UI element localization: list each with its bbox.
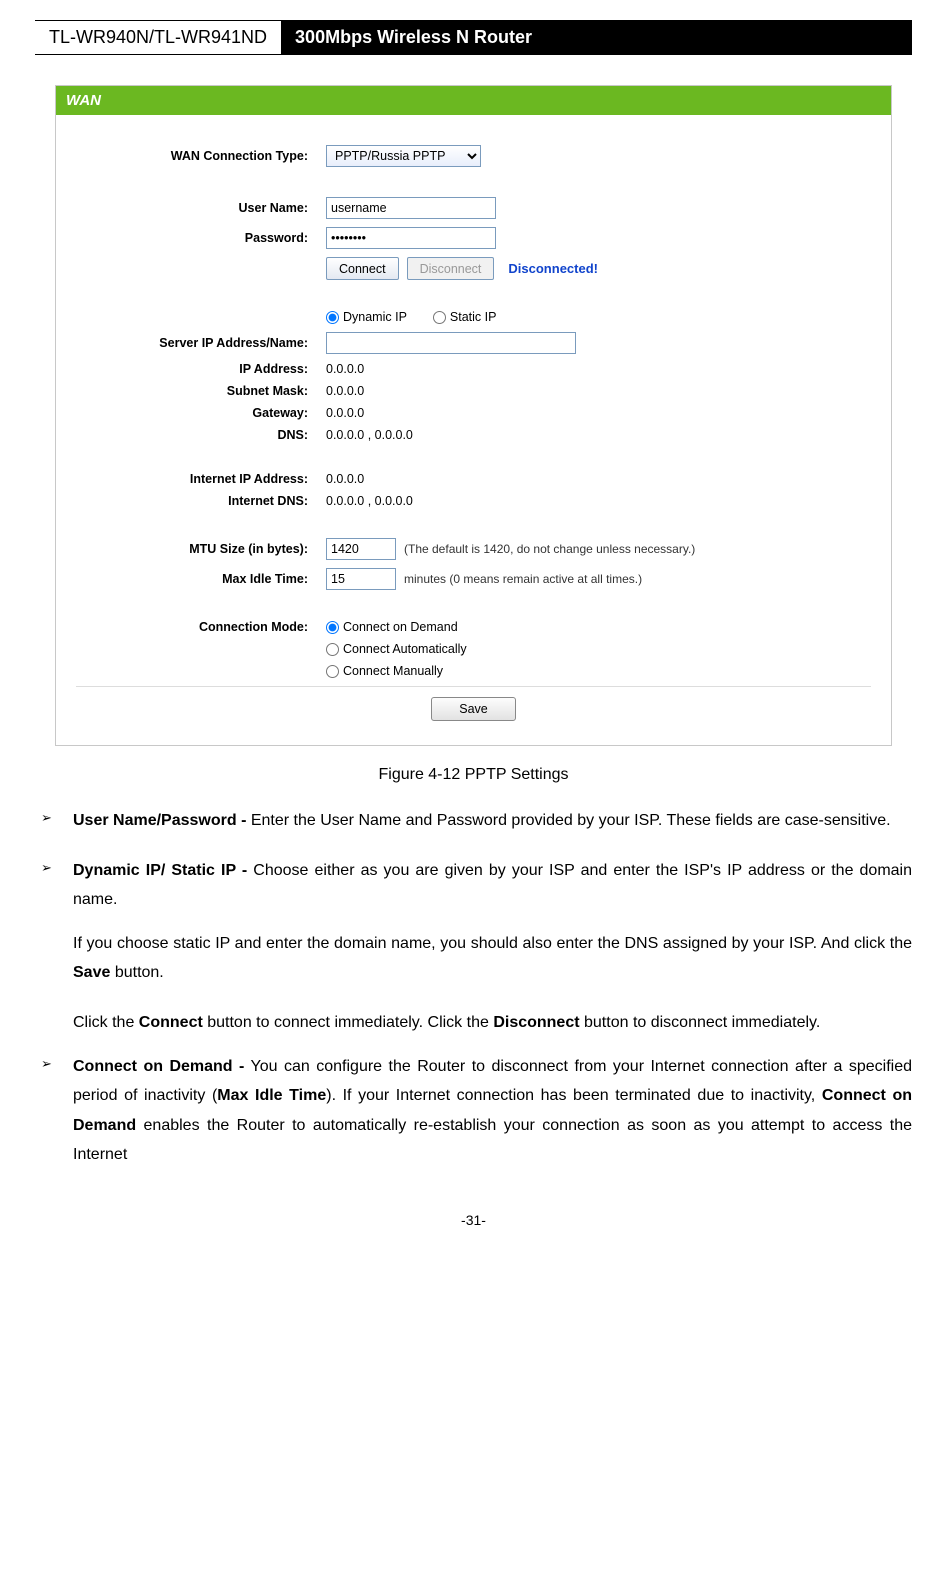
- server-ip-label: Server IP Address/Name:: [76, 336, 326, 350]
- mode-manual-radio-input[interactable]: [326, 665, 339, 678]
- subnet-mask-label: Subnet Mask:: [76, 384, 326, 398]
- mode-demand-label: Connect on Demand: [343, 620, 458, 634]
- username-input[interactable]: [326, 197, 496, 219]
- model-number: TL-WR940N/TL-WR941ND: [35, 21, 281, 54]
- password-label: Password:: [76, 231, 326, 245]
- mode-auto-radio-input[interactable]: [326, 643, 339, 656]
- bullet-icon: ➢: [35, 856, 73, 1002]
- bullet-username: ➢ User Name/Password - Enter the User Na…: [35, 806, 912, 850]
- internet-dns-value: 0.0.0.0 , 0.0.0.0: [326, 494, 871, 508]
- username-label: User Name:: [76, 201, 326, 215]
- password-input[interactable]: [326, 227, 496, 249]
- idle-input[interactable]: [326, 568, 396, 590]
- gateway-value: 0.0.0.0: [326, 406, 871, 420]
- bullet-text: enables the Router to automatically re-e…: [73, 1117, 912, 1164]
- idle-label: Max Idle Time:: [76, 572, 326, 586]
- connect-button[interactable]: Connect: [326, 257, 399, 280]
- mit-bold: Max Idle Time: [217, 1087, 326, 1104]
- page-header: TL-WR940N/TL-WR941ND 300Mbps Wireless N …: [35, 20, 912, 55]
- mode-auto-label: Connect Automatically: [343, 642, 467, 656]
- mtu-hint: (The default is 1420, do not change unle…: [404, 542, 695, 556]
- click-text: button to connect immediately. Click the: [203, 1014, 494, 1031]
- save-bold: Save: [73, 964, 110, 981]
- mode-auto-radio[interactable]: Connect Automatically: [326, 642, 467, 656]
- mode-manual-radio[interactable]: Connect Manually: [326, 664, 443, 678]
- connect-bold: Connect: [139, 1014, 203, 1031]
- click-text: button to disconnect immediately.: [580, 1014, 821, 1031]
- disconnect-bold: Disconnect: [493, 1014, 579, 1031]
- ip-address-value: 0.0.0.0: [326, 362, 871, 376]
- gateway-label: Gateway:: [76, 406, 326, 420]
- note-text: If you choose static IP and enter the do…: [73, 935, 912, 952]
- subnet-mask-value: 0.0.0.0: [326, 384, 871, 398]
- internet-ip-label: Internet IP Address:: [76, 472, 326, 486]
- static-ip-label: Static IP: [450, 310, 497, 324]
- bullet-icon: ➢: [35, 1052, 73, 1184]
- click-text: Click the: [73, 1014, 139, 1031]
- bullet-text: ). If your Internet connection has been …: [326, 1087, 822, 1104]
- dns-label: DNS:: [76, 428, 326, 442]
- disconnect-button[interactable]: Disconnect: [407, 257, 495, 280]
- dynamic-ip-label: Dynamic IP: [343, 310, 407, 324]
- dynamic-ip-radio-input[interactable]: [326, 311, 339, 324]
- conn-type-label: WAN Connection Type:: [76, 149, 326, 163]
- panel-body: WAN Connection Type: PPTP/Russia PPTP Us…: [56, 115, 891, 745]
- idle-hint: minutes (0 means remain active at all ti…: [404, 572, 642, 586]
- mode-demand-radio-input[interactable]: [326, 621, 339, 634]
- wan-panel: WAN WAN Connection Type: PPTP/Russia PPT…: [55, 85, 892, 746]
- static-ip-radio-input[interactable]: [433, 311, 446, 324]
- bullet-connect-demand: ➢ Connect on Demand - You can configure …: [35, 1052, 912, 1184]
- panel-title: WAN: [56, 86, 891, 115]
- product-title: 300Mbps Wireless N Router: [281, 21, 912, 54]
- dynamic-ip-radio[interactable]: Dynamic IP: [326, 310, 407, 324]
- mode-manual-label: Connect Manually: [343, 664, 443, 678]
- save-button[interactable]: Save: [431, 697, 516, 721]
- bullet-bold: User Name/Password -: [73, 812, 246, 829]
- mode-demand-radio[interactable]: Connect on Demand: [326, 620, 458, 634]
- ip-address-label: IP Address:: [76, 362, 326, 376]
- connection-status: Disconnected!: [508, 261, 598, 276]
- mtu-input[interactable]: [326, 538, 396, 560]
- page-number: -31-: [35, 1212, 912, 1228]
- conn-mode-label: Connection Mode:: [76, 620, 326, 634]
- internet-ip-value: 0.0.0.0: [326, 472, 871, 486]
- note-text: button.: [110, 964, 163, 981]
- internet-dns-label: Internet DNS:: [76, 494, 326, 508]
- conn-type-select[interactable]: PPTP/Russia PPTP: [326, 145, 481, 167]
- bullet-icon: ➢: [35, 806, 73, 850]
- mtu-label: MTU Size (in bytes):: [76, 542, 326, 556]
- bullet-bold: Dynamic IP/ Static IP -: [73, 862, 247, 879]
- bullet-dynamic-static: ➢ Dynamic IP/ Static IP - Choose either …: [35, 856, 912, 1002]
- bullet-text: Enter the User Name and Password provide…: [246, 812, 890, 829]
- dns-value: 0.0.0.0 , 0.0.0.0: [326, 428, 871, 442]
- static-ip-radio[interactable]: Static IP: [433, 310, 497, 324]
- figure-caption: Figure 4-12 PPTP Settings: [35, 766, 912, 784]
- bullet-bold: Connect on Demand -: [73, 1058, 244, 1075]
- server-ip-input[interactable]: [326, 332, 576, 354]
